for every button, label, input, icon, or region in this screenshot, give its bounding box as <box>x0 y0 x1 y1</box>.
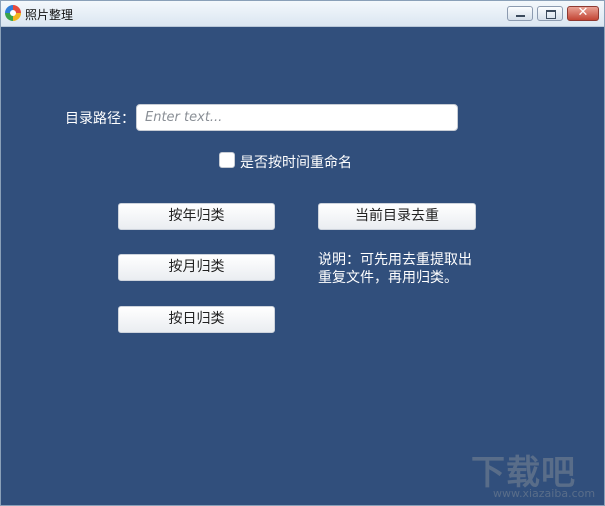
close-button[interactable]: ✕ <box>567 5 599 21</box>
sort-by-month-button[interactable]: 按月归类 <box>118 254 275 281</box>
close-icon: ✕ <box>577 5 589 20</box>
rename-by-time-checkbox[interactable] <box>219 152 235 168</box>
rename-by-time-label[interactable]: 是否按时间重命名 <box>240 152 352 172</box>
sort-by-year-button[interactable]: 按年归类 <box>118 203 275 230</box>
note-line-1: 说明：可先用去重提取出 <box>318 252 472 268</box>
title-bar[interactable]: 照片整理 ✕ <box>1 1 604 27</box>
instructions-note: 说明：可先用去重提取出 重复文件，再用归类。 <box>318 251 508 287</box>
path-input[interactable] <box>136 104 458 131</box>
minimize-button[interactable] <box>507 6 533 21</box>
app-window: 照片整理 ✕ 目录路径： 是否按时间重命名 按年归类 当前目录去重 按月归类 按… <box>0 0 605 506</box>
path-label: 目录路径： <box>65 111 135 127</box>
window-title: 照片整理 <box>25 8 74 22</box>
app-logo-icon <box>5 5 21 21</box>
sort-by-day-button[interactable]: 按日归类 <box>118 306 275 333</box>
watermark-logo: 下载吧 www.xiazaiba.com <box>471 445 601 505</box>
note-line-2: 重复文件，再用归类。 <box>318 270 458 286</box>
watermark-url: www.xiazaiba.com <box>493 487 596 500</box>
maximize-button[interactable] <box>537 6 563 21</box>
dedupe-directory-button[interactable]: 当前目录去重 <box>318 203 476 230</box>
